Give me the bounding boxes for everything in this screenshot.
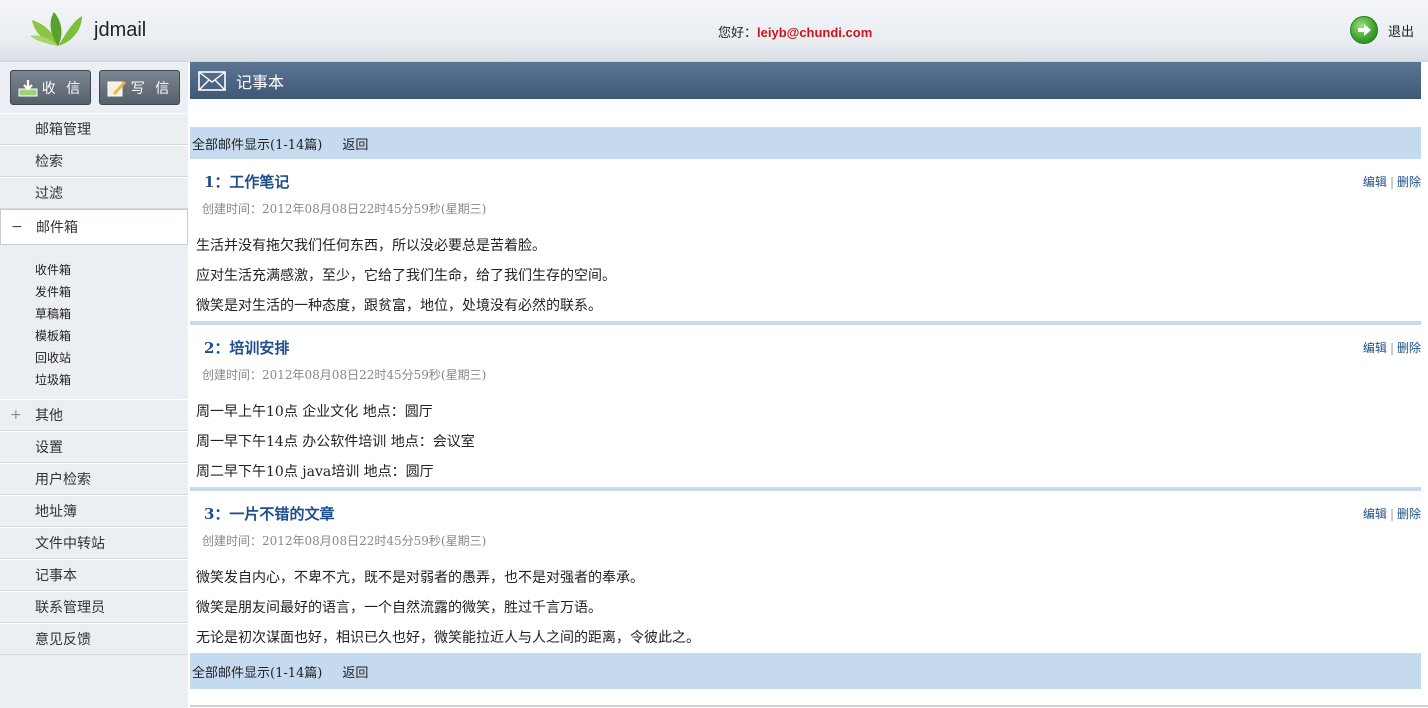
user-email: leiyb@chundi.com — [757, 25, 873, 40]
folder-recycle[interactable]: 回收站 — [35, 347, 188, 369]
note-body: 生活并没有拖欠我们任何东西，所以没必要总是苦着脸。 应对生活充满感激，至少，它给… — [196, 235, 616, 325]
collapse-icon: − — [11, 219, 23, 235]
compose-row: 收 信 写 信 — [10, 70, 180, 105]
edit-link[interactable]: 编辑 — [1363, 341, 1387, 355]
sidebar-item-label: 文件中转站 — [35, 536, 105, 552]
note-created-time: 创建时间：2012年08月08日22时45分59秒(星期三) — [202, 534, 487, 548]
sidebar-item-label: 地址簿 — [35, 504, 77, 520]
note-actions: 编辑 | 删除 — [1363, 173, 1421, 190]
sidebar-item-user-search[interactable]: 用户检索 — [0, 463, 188, 495]
sidebar-item-settings[interactable]: 设置 — [0, 431, 188, 463]
note-item: 3：一片不错的文章 编辑 | 删除 创建时间：2012年08月08日22时45分59… — [190, 491, 1421, 653]
note-created-time: 创建时间：2012年08月08日22时45分59秒(星期三) — [202, 202, 487, 216]
note-line: 应对生活充满感激，至少，它给了我们生命，给了我们生存的空间。 — [196, 268, 616, 284]
note-item: 1：工作笔记 编辑 | 删除 创建时间：2012年08月08日22时45分59秒(星… — [190, 159, 1421, 321]
download-icon — [18, 79, 38, 96]
sidebar-item-label: 过滤 — [35, 186, 63, 202]
folder-spam[interactable]: 垃圾箱 — [35, 369, 188, 391]
folder-sent[interactable]: 发件箱 — [35, 281, 188, 303]
sidebar-item-label: 邮件箱 — [36, 220, 78, 236]
pager-bottom: 全部邮件显示(1-14篇) 返回 — [190, 653, 1421, 689]
header: jdmail 您好：leiyb@chundi.com 退出 — [0, 0, 1428, 62]
envelope-icon — [198, 70, 226, 91]
compose-mail-button[interactable]: 写 信 — [99, 70, 180, 105]
delete-link[interactable]: 删除 — [1397, 341, 1421, 355]
note-item: 2：培训安排 编辑 | 删除 创建时间：2012年08月08日22时45分59秒(星… — [190, 325, 1421, 487]
sidebar-item-label: 邮箱管理 — [35, 122, 91, 138]
note-title[interactable]: 1：工作笔记 — [204, 171, 289, 192]
sidebar-item-search[interactable]: 检索 — [0, 145, 188, 177]
note-line: 周一早上午10点 企业文化 地点：圆厅 — [196, 404, 433, 420]
sidebar-item-mailbox-manage[interactable]: 邮箱管理 — [0, 113, 188, 145]
sidebar-item-label: 其他 — [35, 408, 63, 424]
expand-icon: + — [10, 407, 22, 423]
pencil-note-icon — [107, 80, 126, 96]
delete-link[interactable]: 删除 — [1397, 507, 1421, 521]
compose-mail-label: 写 信 — [130, 80, 173, 97]
note-line: 周一早下午14点 办公软件培训 地点：会议室 — [196, 434, 475, 450]
arrow-right-icon — [1349, 16, 1378, 44]
panel-titlebar: 记事本 — [190, 62, 1421, 99]
greeting: 您好：leiyb@chundi.com — [718, 22, 872, 41]
edit-link[interactable]: 编辑 — [1363, 175, 1387, 189]
folder-list: 收件箱 发件箱 草稿箱 模板箱 回收站 垃圾箱 — [0, 245, 188, 399]
leaf-logo-icon — [30, 12, 82, 46]
back-link[interactable]: 返回 — [342, 662, 368, 681]
sidebar-item-label: 意见反馈 — [35, 632, 91, 648]
divider: | — [1389, 175, 1394, 189]
receive-mail-label: 收 信 — [41, 80, 84, 97]
divider: | — [1389, 341, 1394, 355]
sidebar-item-label: 检索 — [35, 154, 63, 170]
main-panel: 记事本 全部邮件显示(1-14篇) 返回 1：工作笔记 编辑 | 删除 创建时间：2… — [190, 62, 1421, 708]
note-created-time: 创建时间：2012年08月08日22时45分59秒(星期三) — [202, 368, 487, 382]
sidebar-item-mailboxes[interactable]: − 邮件箱 — [0, 209, 188, 245]
sidebar-item-address-book[interactable]: 地址簿 — [0, 495, 188, 527]
sidebar-item-notepad[interactable]: 记事本 — [0, 559, 188, 591]
note-line: 生活并没有拖欠我们任何东西，所以没必要总是苦着脸。 — [196, 238, 546, 254]
note-title[interactable]: 2：培训安排 — [204, 337, 289, 358]
receive-mail-button[interactable]: 收 信 — [10, 70, 91, 105]
page-title: 记事本 — [236, 72, 285, 92]
sidebar-item-file-transfer[interactable]: 文件中转站 — [0, 527, 188, 559]
footer-divider — [190, 705, 1428, 707]
sidebar-item-other[interactable]: + 其他 — [0, 399, 188, 431]
edit-link[interactable]: 编辑 — [1363, 507, 1387, 521]
note-body: 周一早上午10点 企业文化 地点：圆厅 周一早下午14点 办公软件培训 地点：会… — [196, 401, 475, 491]
sidebar-item-label: 记事本 — [35, 568, 77, 584]
greeting-label: 您好： — [718, 25, 758, 40]
sidebar-nav-top: 邮箱管理 检索 过滤 − 邮件箱 收件箱 发件箱 草稿箱 模板箱 回收站 垃圾箱… — [0, 113, 188, 655]
pager-top: 全部邮件显示(1-14篇) 返回 — [190, 127, 1421, 159]
sidebar-item-label: 用户检索 — [35, 472, 91, 488]
folder-templates[interactable]: 模板箱 — [35, 325, 188, 347]
logo[interactable]: jdmail — [30, 12, 146, 48]
note-title[interactable]: 3：一片不错的文章 — [204, 503, 334, 524]
delete-link[interactable]: 删除 — [1397, 175, 1421, 189]
pager-text: 全部邮件显示(1-14篇) — [192, 665, 323, 681]
note-actions: 编辑 | 删除 — [1363, 339, 1421, 356]
logout-label: 退出 — [1387, 23, 1414, 39]
note-line: 微笑发自内心，不卑不亢，既不是对弱者的愚弄，也不是对强者的奉承。 — [196, 570, 644, 586]
note-actions: 编辑 | 删除 — [1363, 505, 1421, 522]
note-line: 微笑是朋友间最好的语言，一个自然流露的微笑，胜过千言万语。 — [196, 600, 602, 616]
back-link[interactable]: 返回 — [342, 134, 368, 153]
divider: | — [1389, 507, 1394, 521]
sidebar-item-filter[interactable]: 过滤 — [0, 177, 188, 209]
folder-inbox[interactable]: 收件箱 — [35, 259, 188, 281]
sidebar-item-label: 联系管理员 — [35, 600, 105, 616]
note-body: 微笑发自内心，不卑不亢，既不是对弱者的愚弄，也不是对强者的奉承。 微笑是朋友间最… — [196, 567, 700, 657]
logo-text: jdmail — [94, 18, 147, 41]
pager-text: 全部邮件显示(1-14篇) — [192, 137, 323, 153]
sidebar-item-contact-admin[interactable]: 联系管理员 — [0, 591, 188, 623]
sidebar-item-feedback[interactable]: 意见反馈 — [0, 623, 188, 655]
logout-button[interactable]: 退出 — [1349, 16, 1414, 44]
folder-drafts[interactable]: 草稿箱 — [35, 303, 188, 325]
sidebar: 收 信 写 信 邮箱管理 检索 过滤 − 邮件箱 收件箱 发件箱 草稿箱 模板箱… — [0, 62, 188, 708]
sidebar-item-label: 设置 — [35, 440, 63, 456]
